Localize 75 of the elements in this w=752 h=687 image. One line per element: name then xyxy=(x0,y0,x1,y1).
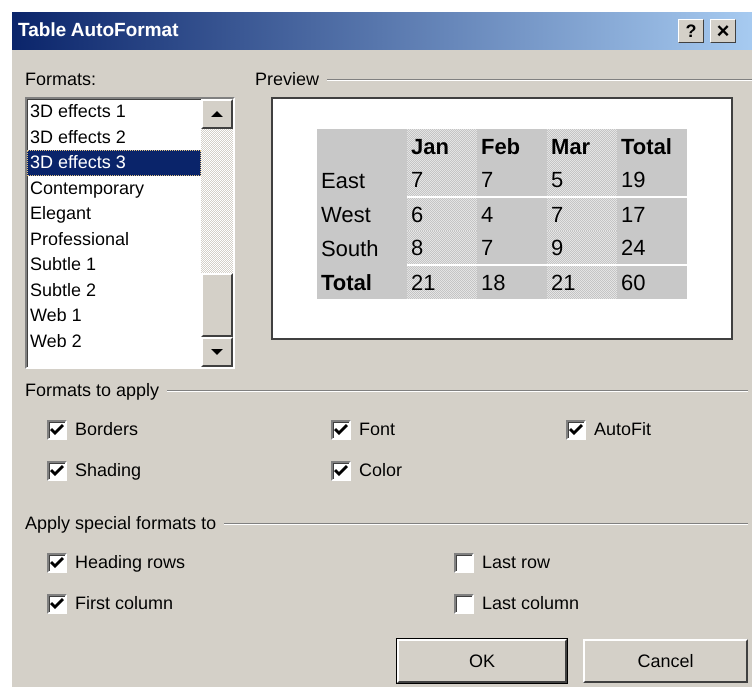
row-header: East xyxy=(317,163,407,197)
list-item[interactable]: Elegant xyxy=(27,201,201,226)
list-label: Formats: xyxy=(25,68,98,91)
cancel-button[interactable]: Cancel xyxy=(583,639,748,683)
table-cell: 8 xyxy=(407,231,477,265)
checkbox-label: First column xyxy=(75,592,174,615)
column-header: Jan xyxy=(407,129,477,163)
table-cell: 7 xyxy=(477,163,547,197)
down-arrow-icon xyxy=(211,348,223,356)
close-button[interactable]: × xyxy=(710,19,736,43)
scroll-up-button[interactable] xyxy=(201,99,233,129)
checkbox-label: Borders xyxy=(75,418,138,441)
checkbox-label: Font xyxy=(359,418,396,441)
checkbox[interactable]: Color xyxy=(331,457,566,484)
up-arrow-icon xyxy=(211,110,223,118)
checkbox[interactable]: First column xyxy=(47,590,454,617)
table-cell: 18 xyxy=(477,265,547,299)
table-cell: 7 xyxy=(477,231,547,265)
checkbox[interactable]: Borders xyxy=(47,416,331,443)
checkmark-icon xyxy=(334,464,348,476)
table-cell: 17 xyxy=(617,197,687,231)
checkmark-icon xyxy=(569,424,583,436)
row-header: West xyxy=(317,197,407,231)
checkbox-label: Last column xyxy=(482,592,580,615)
checkbox-label: Heading rows xyxy=(75,551,186,574)
table-cell: 21 xyxy=(547,265,617,299)
checkbox-label: Color xyxy=(359,459,402,482)
checkbox-label: AutoFit xyxy=(594,418,652,441)
table-cell: 60 xyxy=(617,265,687,299)
checkmark-icon xyxy=(50,464,64,476)
table-cell: 9 xyxy=(547,231,617,265)
table-cell: 4 xyxy=(477,197,547,231)
column-header: Feb xyxy=(477,129,547,163)
table-cell: 6 xyxy=(407,197,477,231)
list-item[interactable]: 3D effects 3 xyxy=(27,150,201,176)
group-label: Formats to apply xyxy=(25,379,160,402)
scroll-down-button[interactable] xyxy=(201,337,233,367)
list-item[interactable]: Web 2 xyxy=(27,328,201,354)
checkbox[interactable]: Last column xyxy=(454,590,752,617)
row-header: South xyxy=(317,231,407,265)
row-header: Total xyxy=(317,265,407,299)
group-label: Apply special formats to xyxy=(25,512,216,535)
table-cell: 24 xyxy=(617,231,687,265)
table-cell: 21 xyxy=(407,265,477,299)
scrollbar[interactable] xyxy=(201,99,233,367)
checkbox[interactable]: AutoFit xyxy=(566,416,752,443)
checkbox[interactable]: Last row xyxy=(454,549,752,576)
table-cell: 7 xyxy=(407,163,477,197)
table-cell: 5 xyxy=(547,163,617,197)
format-list[interactable]: 3D effects 1 3D effects 2 3D effects 3 Contemporary Elegant Professional Subtle 1 Subtle 2 Web 1 Web 2 xyxy=(25,97,235,369)
checkbox[interactable]: Font xyxy=(331,416,566,443)
checkmark-icon xyxy=(50,556,64,568)
checkbox-label: Last row xyxy=(482,551,550,574)
group-label: Preview xyxy=(255,68,320,91)
checkbox[interactable]: Shading xyxy=(47,457,331,484)
list-item[interactable]: Contemporary xyxy=(27,176,201,201)
list-item[interactable]: 3D effects 2 xyxy=(27,124,201,150)
table-cell: 7 xyxy=(547,197,617,231)
column-header: Mar xyxy=(547,129,617,163)
list-item[interactable]: Subtle 2 xyxy=(27,278,201,303)
window-title: Table AutoFormat xyxy=(18,18,180,43)
list-item[interactable]: 3D effects 1 xyxy=(27,99,201,124)
scroll-thumb[interactable] xyxy=(201,273,233,337)
checkbox[interactable]: Heading rows xyxy=(47,549,454,576)
column-header: Total xyxy=(617,129,687,163)
list-item[interactable]: Web 1 xyxy=(27,303,201,328)
help-button[interactable]: ? xyxy=(678,19,704,43)
checkmark-icon xyxy=(50,598,64,610)
checkmark-icon xyxy=(334,424,348,436)
checkmark-icon xyxy=(50,424,64,436)
list-item[interactable]: Subtle 1 xyxy=(27,252,201,278)
ok-button[interactable]: OK xyxy=(397,639,567,683)
list-item[interactable]: Professional xyxy=(27,226,201,252)
table-cell: 19 xyxy=(617,163,687,197)
checkbox-label: Shading xyxy=(75,459,142,482)
